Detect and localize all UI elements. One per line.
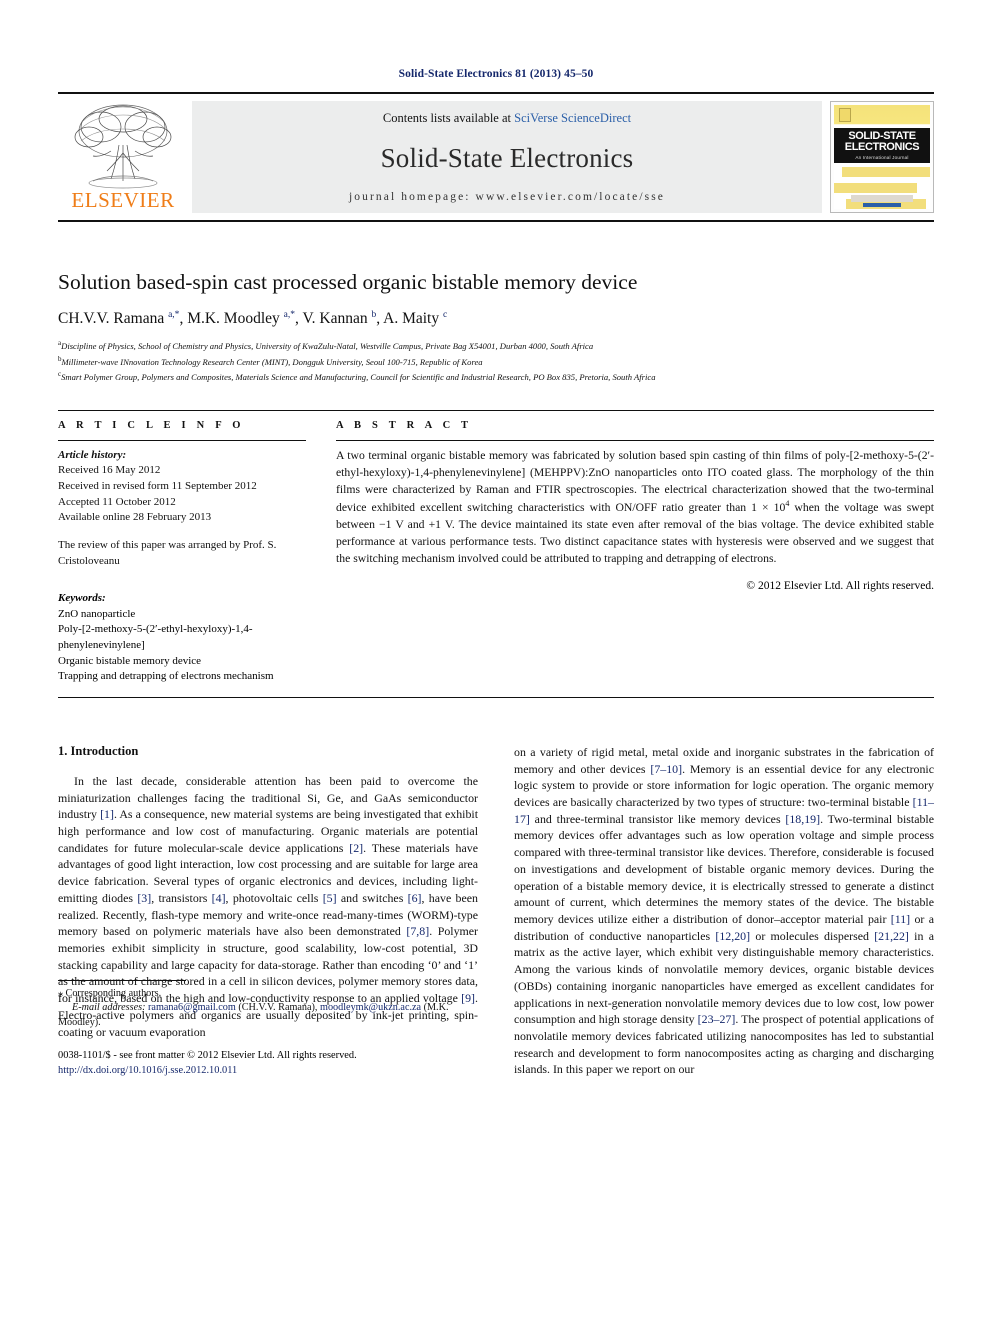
- cover-footer-logo: [862, 203, 902, 207]
- citation-ref[interactable]: [12,20]: [715, 929, 750, 943]
- affiliation-text-a: Discipline of Physics, School of Chemist…: [61, 341, 594, 352]
- article-info-heading: A R T I C L E I N F O: [58, 419, 245, 431]
- section-heading-introduction: 1. Introduction: [58, 743, 139, 758]
- journal-title: Solid-State Electronics: [380, 143, 634, 173]
- affiliation-list: aDiscipline of Physics, School of Chemis…: [58, 338, 934, 384]
- author-list: CH.V.V. Ramana a,*, M.K. Moodley a,*, V.…: [58, 310, 448, 328]
- history-spacer: [58, 526, 306, 538]
- cover-title-line2: ELECTRONICS: [844, 141, 920, 154]
- history-revised: Received in revised form 11 September 20…: [58, 480, 257, 493]
- article-info-rule: [58, 439, 306, 441]
- editor-note: The review of this paper was arranged by…: [58, 538, 277, 567]
- journal-masthead: ELSEVIER Contents lists available at Sci…: [58, 92, 934, 222]
- corresponding-author-text: Corresponding authors.: [65, 987, 162, 999]
- citation-ref[interactable]: [11]: [891, 912, 910, 926]
- article-history-label: Article history:: [58, 448, 127, 461]
- abstract-rule: [336, 439, 934, 441]
- footnote-rule: [58, 979, 186, 981]
- issn-line: 0038-1101/$ - see front matter © 2012 El…: [58, 1050, 357, 1061]
- citation-ref[interactable]: [7,8]: [406, 924, 429, 938]
- abstract-bottom-rule: [58, 696, 934, 698]
- corresponding-author-note: ⁎ Corresponding authors.: [58, 987, 478, 1001]
- email-addresses-note: E-mail addresses: ramana6@gmail.com (CH.…: [58, 1001, 478, 1030]
- sciencedirect-link[interactable]: SciVerse ScienceDirect: [514, 111, 631, 125]
- keyword-item: ZnO nanoparticle: [58, 607, 136, 620]
- cover-subtitle: An International Journal: [855, 155, 909, 161]
- history-online: Available online 28 February 2013: [58, 511, 212, 524]
- citation-ref[interactable]: [23–27]: [698, 1012, 736, 1026]
- keyword-item: Poly-[2-methoxy-5-(2′-ethyl-hexyloxy)-1,…: [58, 623, 253, 651]
- email-link-1[interactable]: ramana6@gmail.com: [148, 1002, 236, 1013]
- paper-page: Solid-State Electronics 81 (2013) 45–50: [0, 0, 992, 1323]
- citation-ref[interactable]: [11–17]: [514, 795, 934, 826]
- info-abstract-block: A R T I C L E I N F O Article history: R…: [58, 409, 934, 685]
- affiliation-a: aDiscipline of Physics, School of Chemis…: [58, 338, 934, 353]
- citation-ref[interactable]: [7–10]: [650, 762, 682, 776]
- affiliation-text-c: Smart Polymer Group, Polymers and Compos…: [61, 371, 656, 382]
- article-history: Article history: Received 16 May 2012 Re…: [58, 448, 306, 569]
- affiliation-b: bMillimeter-wave INnovation Technology R…: [58, 354, 934, 369]
- running-head: Solid-State Electronics 81 (2013) 45–50: [398, 68, 594, 80]
- journal-homepage[interactable]: journal homepage: www.elsevier.com/locat…: [192, 191, 822, 203]
- citation-ref[interactable]: [4]: [212, 891, 226, 905]
- masthead-center: Contents lists available at SciVerse Sci…: [192, 101, 822, 213]
- citation-ref[interactable]: [3]: [137, 891, 151, 905]
- abstract-heading: A B S T R A C T: [336, 419, 473, 431]
- body-column-left: 1. Introduction In the last decade, cons…: [58, 744, 478, 1078]
- cover-title-band: SOLID-STATE ELECTRONICS An International…: [834, 127, 930, 164]
- keywords-label: Keywords:: [58, 592, 106, 605]
- issn-copyright-block: 0038-1101/$ - see front matter © 2012 El…: [58, 1048, 478, 1078]
- citation-ref[interactable]: [1]: [100, 807, 114, 821]
- abstract-text: A two terminal organic bistable memory w…: [336, 448, 934, 568]
- abstract-column: A B S T R A C T A two terminal organic b…: [336, 420, 934, 685]
- contents-prefix: Contents lists available at: [382, 111, 515, 125]
- cover-footer-bar: [851, 195, 913, 202]
- elsevier-logo: ELSEVIER: [58, 101, 188, 213]
- body-columns: 1. Introduction In the last decade, cons…: [58, 744, 934, 1078]
- body-column-right: on a variety of rigid metal, metal oxide…: [514, 744, 934, 1078]
- contents-available-line: Contents lists available at SciVerse Sci…: [192, 111, 822, 126]
- intro-paragraph-right: on a variety of rigid metal, metal oxide…: [514, 744, 935, 1077]
- history-accepted: Accepted 11 October 2012: [58, 495, 176, 508]
- email-link-2[interactable]: moodleymk@ukzn.ac.za: [320, 1002, 421, 1013]
- affiliation-text-b: Millimeter-wave INnovation Technology Re…: [61, 356, 483, 367]
- article-info-column: A R T I C L E I N F O Article history: R…: [58, 420, 306, 685]
- abstract-copyright: © 2012 Elsevier Ltd. All rights reserved…: [746, 579, 934, 592]
- asterisk-icon: ⁎: [58, 987, 63, 999]
- cover-elsevier-icon: [839, 108, 851, 122]
- citation-ref[interactable]: [21,22]: [874, 929, 909, 943]
- keyword-item: Trapping and detrapping of electrons mec…: [58, 670, 274, 683]
- keywords-block: Keywords: ZnO nanoparticle Poly-[2-metho…: [58, 591, 306, 685]
- citation-ref[interactable]: [18,19]: [785, 812, 820, 826]
- citation-ref[interactable]: [6]: [408, 891, 422, 905]
- journal-cover-art: SOLID-STATE ELECTRONICS An International…: [834, 105, 930, 209]
- doi-link[interactable]: http://dx.doi.org/10.1016/j.sse.2012.10.…: [58, 1063, 478, 1078]
- journal-cover-thumbnail[interactable]: SOLID-STATE ELECTRONICS An International…: [830, 101, 934, 213]
- email-owner-1: (CH.V.V. Ramana),: [235, 1002, 321, 1014]
- citation-ref[interactable]: [2]: [349, 841, 363, 855]
- footnote-block: ⁎ Corresponding authors. E-mail addresse…: [58, 974, 478, 1079]
- affiliation-c: cSmart Polymer Group, Polymers and Compo…: [58, 369, 934, 384]
- elsevier-wordmark: ELSEVIER: [71, 188, 175, 212]
- elsevier-tree-icon: [74, 104, 172, 189]
- history-received: Received 16 May 2012: [58, 464, 161, 477]
- citation-ref[interactable]: [5]: [323, 891, 337, 905]
- article-title: Solution based-spin cast processed organ…: [58, 270, 638, 294]
- keyword-item: Organic bistable memory device: [58, 654, 202, 667]
- email-label: E-mail addresses:: [72, 1002, 146, 1014]
